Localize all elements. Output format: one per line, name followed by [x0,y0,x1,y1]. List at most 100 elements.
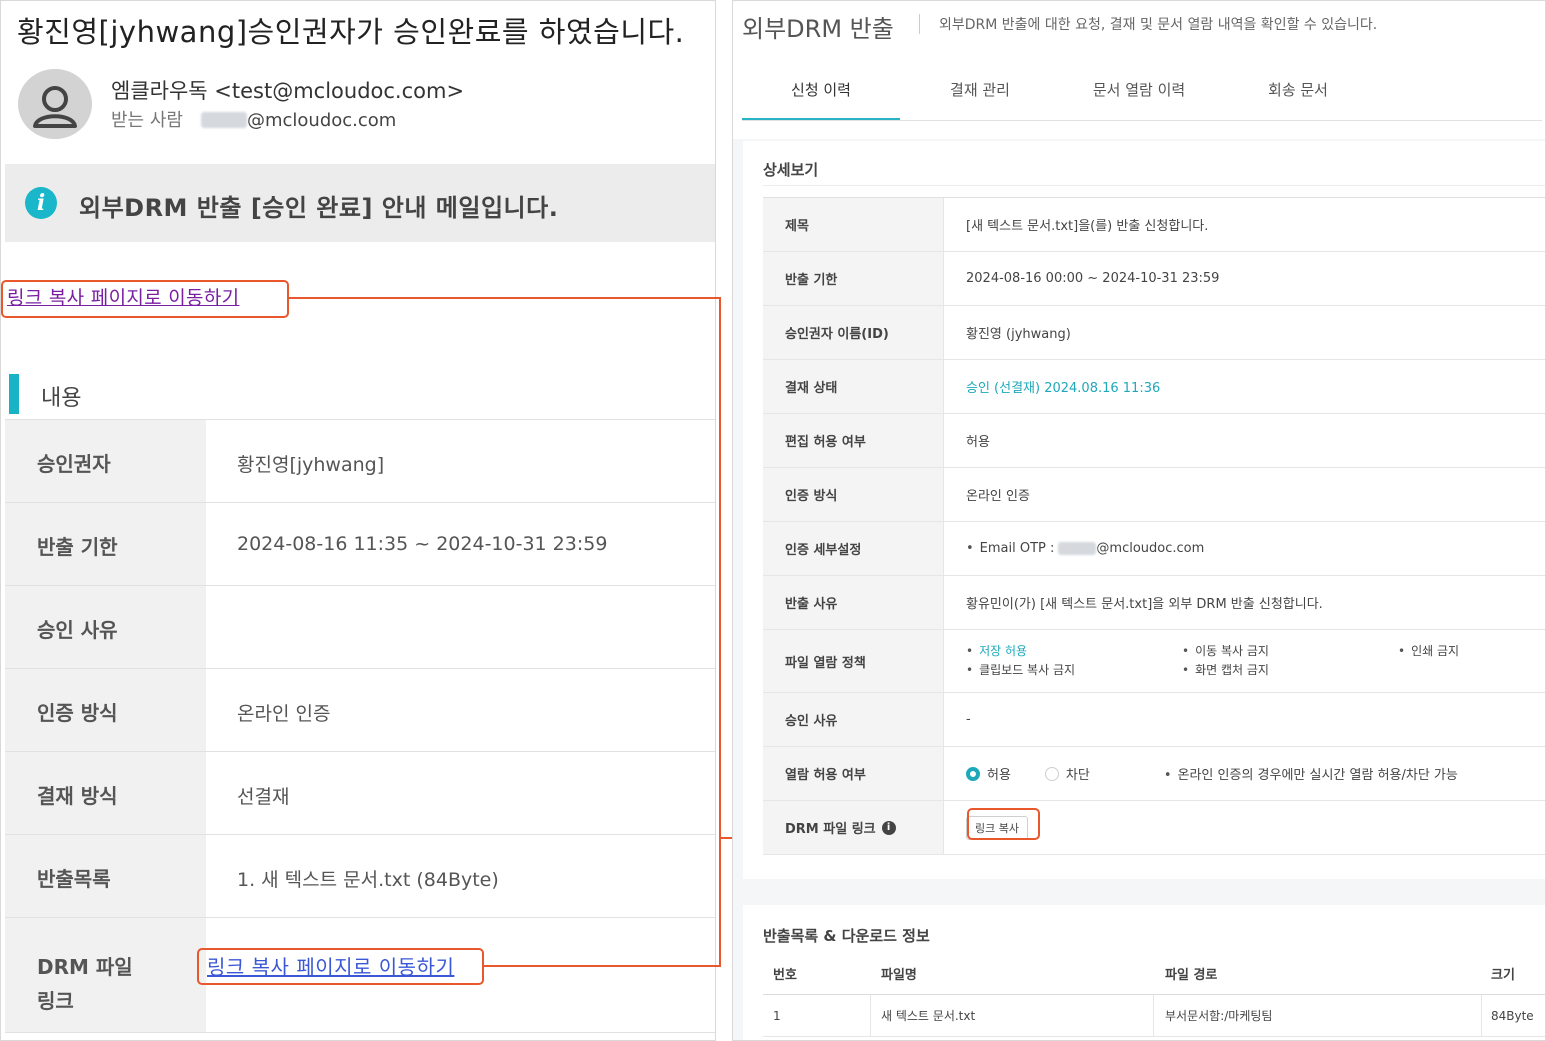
radio-allow[interactable]: 허용 [966,764,1011,783]
row-value: 온라인 인증 [237,703,331,725]
row-label: 인증 세부설정 [763,522,944,575]
row-label: 승인권자 [5,420,206,502]
table-row: 인증 방식 온라인 인증 [5,668,715,751]
highlight-box [197,948,484,985]
row-label: 제목 [763,198,944,251]
row-label: 승인 사유 [763,693,944,746]
table-row: 반출 사유 황유민이(가) [새 텍스트 문서.txt]을 외부 DRM 반출 … [763,576,1545,630]
row-label: 반출목록 [5,835,206,917]
otp-label: Email OTP : [966,541,1055,556]
info-icon[interactable]: i [881,820,896,835]
row-value: 온라인 인증 [966,489,1030,504]
tab-request-history[interactable]: 신청 이력 [742,61,900,121]
row-label: 반출 기한 [5,503,206,585]
row-label: 승인 사유 [5,586,206,668]
table-row: 반출목록 1. 새 텍스트 문서.txt (84Byte) [5,834,715,917]
file-size: 84Byte [1491,1009,1534,1023]
file-name: 새 텍스트 문서.txt [881,1009,976,1023]
file-no: 1 [773,1009,781,1023]
connector-line [719,297,721,967]
table-row: 파일 열람 정책 저장 허용 이동 복사 금지 인쇄 금지 클립보드 복사 금지… [763,630,1545,693]
email-panel: 황진영[jyhwang]승인권자가 승인완료를 하였습니다. 엠클라우독 <te… [0,0,716,1041]
page-description: 외부DRM 반출에 대한 요청, 결재 및 문서 열람 내역을 확인할 수 있습… [939,17,1378,33]
table-row: 제목 [새 텍스트 문서.txt]을(를) 반출 신청합니다. [763,198,1545,252]
row-value [206,586,715,668]
row-label: 반출 사유 [763,576,944,629]
table-row: 승인 사유 - [763,693,1545,747]
radio-block[interactable]: 차단 [1044,764,1090,783]
email-content-table: 승인권자 황진영[jyhwang] 반출 기한 2024-08-16 11:35… [5,419,715,1033]
row-value: Email OTP : @mcloudoc.com [944,522,1545,575]
table-row: DRM 파일 링크 i 링크 복사 [763,801,1545,855]
table-row: 열람 허용 여부 허용 차단 온라인 인증의 경우에만 실시간 열람 허용/차단… [763,747,1545,801]
tab-approval-management[interactable]: 결재 관리 [901,61,1059,121]
tab-bar: 신청 이력 결재 관리 문서 열람 이력 회송 문서 [742,61,1542,121]
row-value: 황진영[jyhwang] [237,454,385,476]
notice-text: 외부DRM 반출 [승인 완료] 안내 메일입니다. [79,194,559,222]
row-label: 파일 열람 정책 [763,630,944,692]
table-row: 결재 방식 선결재 [5,751,715,834]
row-value: 황유민이(가) [새 텍스트 문서.txt]을 외부 DRM 반출 신청합니다. [966,597,1323,612]
view-allow-options: 허용 차단 온라인 인증의 경우에만 실시간 열람 허용/차단 가능 [944,747,1545,800]
sender-avatar [18,69,92,139]
row-label: 인증 방식 [5,669,206,751]
row-value: 2024-08-16 00:00 ~ 2024-10-31 23:59 [966,271,1220,286]
row-value: 황진영 (jyhwang) [966,327,1071,342]
approval-status: 승인 (선결재) 2024.08.16 11:36 [966,381,1161,396]
tab-returned-documents[interactable]: 회송 문서 [1219,61,1377,121]
column-header: 파일 경로 [1165,968,1218,983]
table-row: 승인권자 이름(ID) 황진영 (jyhwang) [763,306,1545,360]
notice-banner: i 외부DRM 반출 [승인 완료] 안내 메일입니다. [5,164,715,242]
email-sender: 엠클라우독 <test@mcloudoc.com> [111,79,465,103]
row-label: DRM 파일 링크 i [763,801,944,854]
row-value: 1. 새 텍스트 문서.txt (84Byte) [237,869,499,891]
table-row: 편집 허용 여부 허용 [763,414,1545,468]
column-header: 파일명 [881,968,917,983]
file-path: 부서문서함:/마케팅팀 [1165,1009,1273,1023]
row-value: [새 텍스트 문서.txt]을(를) 반출 신청합니다. [966,219,1209,234]
row-label: 반출 기한 [763,252,944,305]
table-row: 1 새 텍스트 문서.txt 부서문서함:/마케팅팀 84Byte [763,995,1545,1037]
highlight-box [967,808,1040,840]
table-row: 반출 기한 2024-08-16 11:35 ~ 2024-10-31 23:5… [5,502,715,585]
redacted-name [200,112,247,128]
divider [763,185,1545,186]
divider [742,120,1542,121]
radio-checked-icon [966,767,980,781]
table-row: 인증 세부설정 Email OTP : @mcloudoc.com [763,522,1545,576]
row-label: DRM 파일 링크 [5,918,175,1032]
highlight-box [1,280,289,318]
policy-item: 화면 캡처 금지 [1182,661,1269,678]
table-row: 결재 상태 승인 (선결재) 2024.08.16 11:36 [763,360,1545,414]
otp-domain: @mcloudoc.com [1096,541,1205,556]
section-marker [9,374,19,414]
connector-line [288,297,720,299]
radio-unchecked-icon [1044,767,1059,781]
files-title: 반출목록 & 다운로드 정보 [763,927,930,945]
drm-header: 외부DRM 반출 외부DRM 반출에 대한 요청, 결재 및 문서 열람 내역을… [733,1,1545,139]
policy-item: 이동 복사 금지 [1182,642,1269,659]
detail-title: 상세보기 [763,161,819,179]
table-row: 인증 방식 온라인 인증 [763,468,1545,522]
row-label: 열람 허용 여부 [763,747,944,800]
row-label: 승인권자 이름(ID) [763,306,944,359]
table-row: 승인 사유 [5,585,715,668]
section-title: 내용 [41,386,82,411]
row-value: 허용 [966,435,990,450]
files-card: 반출목록 & 다운로드 정보 번호 파일명 파일 경로 크기 1 새 텍스트 문… [743,905,1545,1040]
column-header: 크기 [1491,968,1515,983]
table-header: 번호 파일명 파일 경로 크기 [763,957,1545,995]
info-icon: i [25,187,57,219]
row-label: 결재 상태 [763,360,944,413]
view-allow-note: 온라인 인증의 경우에만 실시간 열람 허용/차단 가능 [1164,764,1458,783]
policy-list: 저장 허용 이동 복사 금지 인쇄 금지 클립보드 복사 금지 화면 캡처 금지 [944,630,1545,692]
drm-panel: 외부DRM 반출 외부DRM 반출에 대한 요청, 결재 및 문서 열람 내역을… [732,0,1546,1041]
redacted-name [1058,542,1097,555]
row-label: 편집 허용 여부 [763,414,944,467]
detail-table: 제목 [새 텍스트 문서.txt]을(를) 반출 신청합니다. 반출 기한 20… [763,197,1545,855]
tab-document-view-history[interactable]: 문서 열람 이력 [1060,61,1218,121]
drm-link-label-line2: 링크 [37,989,74,1013]
files-table: 번호 파일명 파일 경로 크기 1 새 텍스트 문서.txt 부서문서함:/마케… [763,957,1545,1037]
table-row: 반출 기한 2024-08-16 00:00 ~ 2024-10-31 23:5… [763,252,1545,306]
page-title: 외부DRM 반출 [742,15,894,43]
